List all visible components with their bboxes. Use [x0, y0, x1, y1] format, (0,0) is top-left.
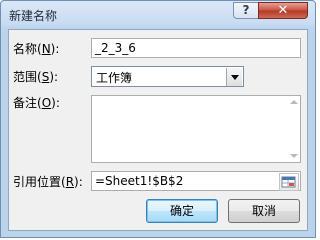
scope-selected-value: 工作簿	[96, 71, 133, 85]
dialog-title: 新建名称	[9, 9, 58, 23]
refers-to-input[interactable]: =Sheet1!$B$2	[91, 171, 301, 191]
comment-label: 备注(O):	[13, 96, 60, 110]
collapse-dialog-button[interactable]	[279, 173, 299, 191]
name-input[interactable]: _2_3_6	[91, 38, 301, 58]
dialog-body: 名称(N): _2_3_6 范围(S): 工作簿 备注(O): 引用位置(R):…	[8, 29, 308, 231]
range-select-icon	[281, 176, 296, 188]
scroll-down-icon[interactable]	[290, 154, 298, 158]
cancel-button[interactable]: 取消	[228, 199, 300, 223]
scroll-up-icon[interactable]	[290, 100, 298, 104]
new-name-dialog: 新建名称 ? ✕ 名称(N): _2_3_6 范围(S): 工作簿 备注(O):…	[0, 0, 316, 238]
refers-to-value: =Sheet1!$B$2	[95, 174, 184, 188]
ok-button[interactable]: 确定	[146, 199, 218, 223]
name-label: 名称(N):	[13, 42, 60, 56]
scope-select[interactable]: 工作簿	[91, 66, 244, 87]
help-button[interactable]: ?	[233, 2, 259, 19]
scope-label: 范围(S):	[13, 70, 59, 84]
title-bar: 新建名称 ? ✕	[1, 1, 315, 29]
comment-textarea[interactable]	[91, 95, 301, 163]
chevron-down-icon[interactable]	[226, 68, 242, 86]
refers-to-label: 引用位置(R):	[13, 175, 83, 189]
close-button[interactable]: ✕	[258, 2, 308, 19]
